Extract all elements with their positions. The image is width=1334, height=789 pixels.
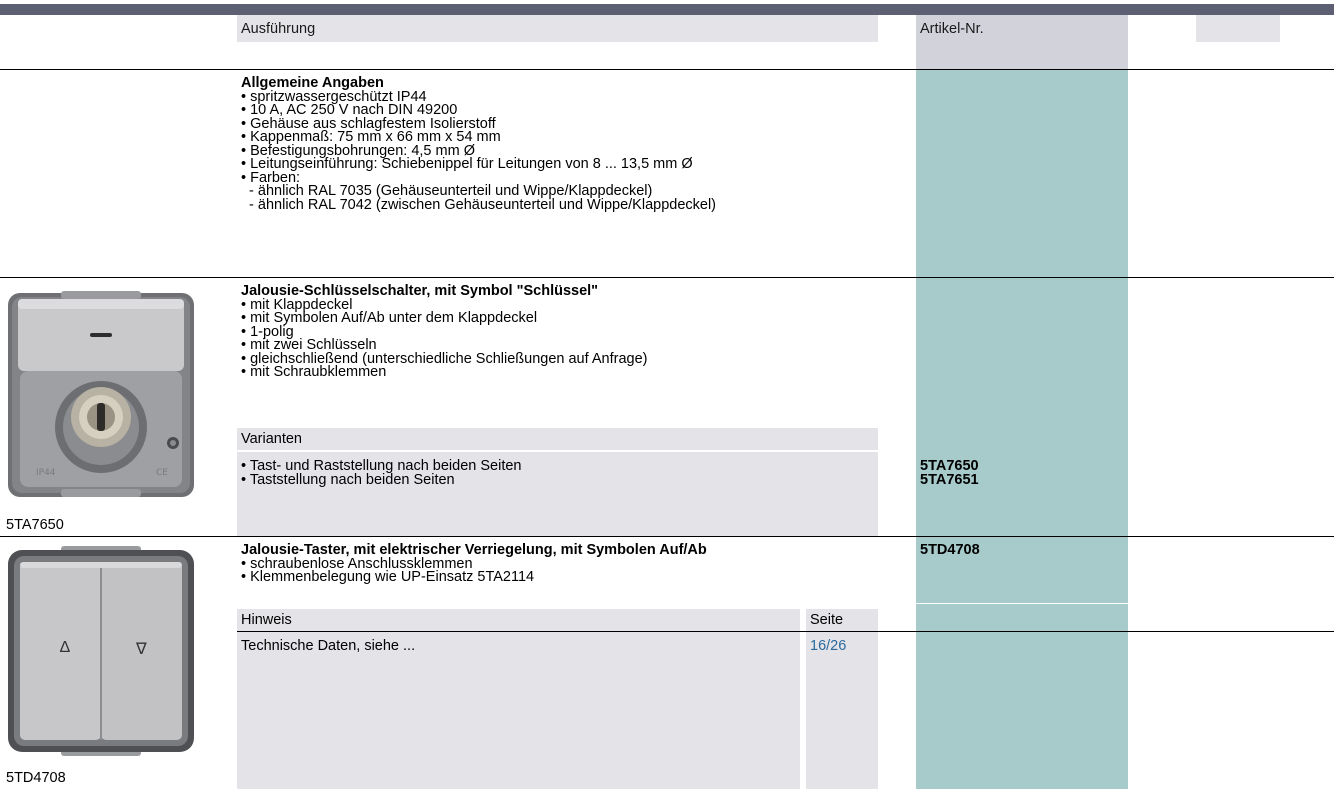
taster-item: • Klemmenbelegung wie UP-Einsatz 5TA2114 — [241, 569, 535, 585]
svg-text:IP44: IP44 — [36, 468, 56, 478]
allgemein-section: Allgemeine Angaben • spritzwassergeschüt… — [241, 76, 911, 213]
svg-text:CE: CE — [156, 468, 168, 478]
header-ausfuehrung: Ausführung — [241, 21, 316, 37]
rule-top — [0, 69, 1334, 70]
arrow-up-icon: ∆ — [60, 639, 70, 656]
schluessel-item: • mit Symbolen Auf/Ab unter dem Klappdec… — [241, 310, 538, 326]
hinweis-block — [237, 632, 800, 789]
rule-section-2 — [0, 536, 1334, 537]
hinweis-label: Hinweis — [241, 612, 292, 628]
technische-daten-text: Technische Daten, siehe ... — [241, 638, 416, 654]
header-extra-cell — [1196, 15, 1280, 42]
schluessel-section: Jalousie-Schlüsselschalter, mit Symbol "… — [241, 284, 911, 380]
product-photo-key-switch: IP44 CE — [6, 289, 196, 501]
variants-list: • Tast- und Raststellung nach beiden Sei… — [241, 459, 522, 488]
allgemein-item: • Leitungseinführung: Schiebenippel für … — [241, 156, 693, 172]
seite-block — [806, 632, 878, 789]
header-artikel-nr: Artikel-Nr. — [920, 21, 984, 37]
variant-codes: 5TA7650 5TA7651 — [920, 459, 979, 488]
rule-section-1 — [0, 277, 1334, 278]
seite-label: Seite — [810, 612, 844, 628]
header-ausfuehrung-cell — [237, 15, 878, 42]
top-bar — [0, 4, 1334, 15]
varianten-header-cell — [237, 428, 878, 450]
arrow-down-icon: ∇ — [136, 641, 147, 658]
caption-key-switch: 5TA7650 — [6, 517, 64, 533]
hinweis-header-cell — [237, 609, 800, 631]
allgemein-item: - ähnlich RAL 7042 (zwischen Gehäuseunte… — [241, 196, 717, 213]
caption-blind-button: 5TD4708 — [6, 770, 66, 786]
product-photo-blind-button: ∆ ∇ — [6, 546, 196, 756]
taster-code: 5TD4708 — [920, 542, 980, 558]
seite-reference-link[interactable]: 16/26 — [810, 638, 846, 655]
taster-section: Jalousie-Taster, mit elektrischer Verrie… — [241, 543, 881, 585]
variant-text: • Taststellung nach beiden Seiten — [241, 471, 455, 488]
artikel-column-upper — [916, 70, 1128, 603]
varianten-label: Varianten — [241, 431, 302, 447]
schluessel-item: • mit Schraubklemmen — [241, 364, 387, 380]
variant-code: 5TA7651 — [920, 471, 979, 488]
